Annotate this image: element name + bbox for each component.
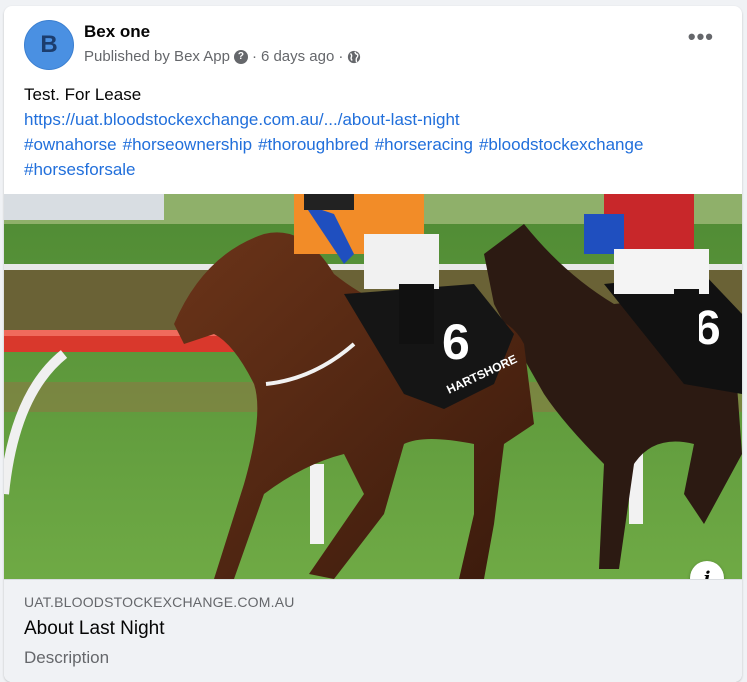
link-preview-caption[interactable]: UAT.BLOODSTOCKEXCHANGE.COM.AU About Last… xyxy=(4,579,742,682)
hashtag-link[interactable]: #horseracing xyxy=(375,135,473,154)
preview-title: About Last Night xyxy=(24,618,165,639)
post-link[interactable]: https://uat.bloodstockexchange.com.au/..… xyxy=(24,107,724,132)
help-icon[interactable]: ? xyxy=(233,49,248,64)
post-text: Test. For Lease xyxy=(24,85,142,104)
post-card: B Bex one Published by Bex App ? · 6 day… xyxy=(4,6,742,682)
published-by-text: Published by Bex App xyxy=(84,48,230,65)
author-name[interactable]: Bex one xyxy=(84,22,150,42)
hashtag-link[interactable]: #horseownership xyxy=(123,135,252,154)
cloth-number-front: 6 xyxy=(442,314,470,370)
more-options-button[interactable]: ••• xyxy=(688,26,714,48)
post-timestamp[interactable]: 6 days ago xyxy=(261,48,334,65)
hashtag-link[interactable]: #bloodstockexchange xyxy=(479,135,643,154)
preview-domain: UAT.BLOODSTOCKEXCHANGE.COM.AU xyxy=(24,594,295,610)
link-preview-image[interactable]: 6 6 HARTSHORE xyxy=(4,194,742,579)
meta-separator: · xyxy=(338,48,344,65)
avatar-initial: B xyxy=(40,31,58,58)
hashtag-link[interactable]: #horsesforsale xyxy=(24,160,136,179)
post-body: Test. For Lease https://uat.bloodstockex… xyxy=(24,82,724,182)
hashtag-link[interactable]: #thoroughbred xyxy=(258,135,369,154)
avatar[interactable]: B xyxy=(24,20,74,70)
meta-separator: · xyxy=(251,48,257,65)
post-meta: Published by Bex App ? · 6 days ago · xyxy=(84,48,361,65)
hashtag-list: #ownahorse #horseownership #thoroughbred #h… xyxy=(24,132,724,182)
globe-icon[interactable] xyxy=(347,50,361,64)
horse-racing-photo: 6 6 HARTSHORE xyxy=(4,194,742,579)
preview-description: Description xyxy=(24,648,110,667)
hashtag-link[interactable]: #ownahorse xyxy=(24,135,117,154)
